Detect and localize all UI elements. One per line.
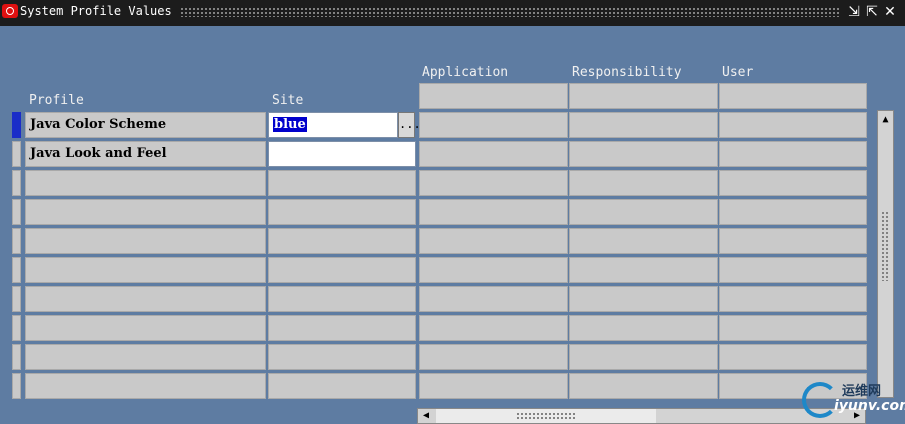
profile-cell[interactable] <box>25 344 266 370</box>
application-value-field[interactable] <box>419 315 568 341</box>
watermark-top-text: 运维网 <box>842 384 882 399</box>
watermark-bottom-text: iyunv.com <box>834 398 905 414</box>
close-icon[interactable]: ✕ <box>882 3 898 21</box>
minimize-icon[interactable]: ⇲ <box>846 3 862 21</box>
row-indicator[interactable] <box>12 112 21 138</box>
row-indicator[interactable] <box>12 141 21 167</box>
column-header-user: User <box>722 65 754 80</box>
header-cell-user <box>719 83 867 109</box>
title-bar: System Profile Values ⇲ ⇱ ✕ <box>0 0 905 26</box>
scroll-left-icon[interactable]: ◀ <box>418 409 434 423</box>
profile-cell[interactable] <box>25 170 266 196</box>
user-value-field[interactable] <box>719 344 867 370</box>
row-indicator[interactable] <box>12 199 21 225</box>
profile-cell[interactable] <box>25 286 266 312</box>
profile-cell[interactable]: Java Look and Feel <box>25 141 266 167</box>
column-header-site: Site <box>272 93 304 108</box>
list-of-values-button[interactable]: ... <box>398 112 421 138</box>
watermark-logo: 运维网 iyunv.com <box>800 378 905 424</box>
site-value-field[interactable] <box>268 170 416 196</box>
title-bar-grip[interactable] <box>180 7 841 17</box>
application-value-field[interactable] <box>419 286 568 312</box>
responsibility-value-field[interactable] <box>569 170 718 196</box>
user-value-field[interactable] <box>719 228 867 254</box>
profile-cell[interactable] <box>25 199 266 225</box>
responsibility-value-field[interactable] <box>569 141 718 167</box>
site-value-field[interactable] <box>268 141 416 167</box>
site-value-field[interactable] <box>268 344 416 370</box>
watermark-swirl-icon <box>802 382 838 418</box>
row-indicator[interactable] <box>12 344 21 370</box>
responsibility-value-field[interactable] <box>569 257 718 283</box>
column-header-responsibility: Responsibility <box>572 65 682 80</box>
profile-cell[interactable]: Java Color Scheme <box>25 112 266 138</box>
row-indicator[interactable] <box>12 373 21 399</box>
site-value-field[interactable] <box>268 257 416 283</box>
row-indicator[interactable] <box>12 286 21 312</box>
responsibility-value-field[interactable] <box>569 286 718 312</box>
responsibility-value-field[interactable] <box>569 112 718 138</box>
application-value-field[interactable] <box>419 199 568 225</box>
profile-cell[interactable] <box>25 257 266 283</box>
responsibility-value-field[interactable] <box>569 199 718 225</box>
maximize-icon[interactable]: ⇱ <box>864 3 880 21</box>
site-value-field[interactable]: blue <box>268 112 398 138</box>
header-cell-responsibility <box>569 83 718 109</box>
site-value-field[interactable] <box>268 228 416 254</box>
row-indicator[interactable] <box>12 315 21 341</box>
site-value-field[interactable] <box>268 286 416 312</box>
row-indicator[interactable] <box>12 228 21 254</box>
site-value-field[interactable] <box>268 373 416 399</box>
profile-cell[interactable] <box>25 373 266 399</box>
column-header-profile: Profile <box>29 93 84 108</box>
site-value-field[interactable] <box>268 315 416 341</box>
oracle-logo-icon <box>2 4 18 18</box>
responsibility-value-field[interactable] <box>569 228 718 254</box>
row-indicator[interactable] <box>12 170 21 196</box>
user-value-field[interactable] <box>719 141 867 167</box>
vertical-scrollbar[interactable]: ▲ <box>877 110 894 398</box>
scroll-up-icon[interactable]: ▲ <box>878 111 893 128</box>
selected-text: blue <box>273 117 307 132</box>
responsibility-value-field[interactable] <box>569 315 718 341</box>
user-value-field[interactable] <box>719 286 867 312</box>
user-value-field[interactable] <box>719 170 867 196</box>
application-value-field[interactable] <box>419 170 568 196</box>
profile-cell[interactable] <box>25 315 266 341</box>
application-value-field[interactable] <box>419 373 568 399</box>
user-value-field[interactable] <box>719 199 867 225</box>
application-value-field[interactable] <box>419 141 568 167</box>
site-value-field[interactable] <box>268 199 416 225</box>
application-value-field[interactable] <box>419 228 568 254</box>
window-title: System Profile Values <box>20 4 172 18</box>
header-cell-application <box>419 83 568 109</box>
user-value-field[interactable] <box>719 257 867 283</box>
application-value-field[interactable] <box>419 257 568 283</box>
responsibility-value-field[interactable] <box>569 344 718 370</box>
horizontal-scroll-grip[interactable] <box>516 412 576 420</box>
horizontal-scroll-thumb[interactable] <box>436 409 656 423</box>
application-value-field[interactable] <box>419 112 568 138</box>
application-value-field[interactable] <box>419 344 568 370</box>
scroll-thumb-grip[interactable] <box>881 211 890 281</box>
responsibility-value-field[interactable] <box>569 373 718 399</box>
user-value-field[interactable] <box>719 315 867 341</box>
row-indicator[interactable] <box>12 257 21 283</box>
profile-values-form: Application Responsibility User Profile … <box>0 26 905 424</box>
profile-cell[interactable] <box>25 228 266 254</box>
horizontal-scrollbar[interactable]: ◀ ▶ <box>417 408 866 424</box>
user-value-field[interactable] <box>719 112 867 138</box>
column-header-application: Application <box>422 65 509 80</box>
